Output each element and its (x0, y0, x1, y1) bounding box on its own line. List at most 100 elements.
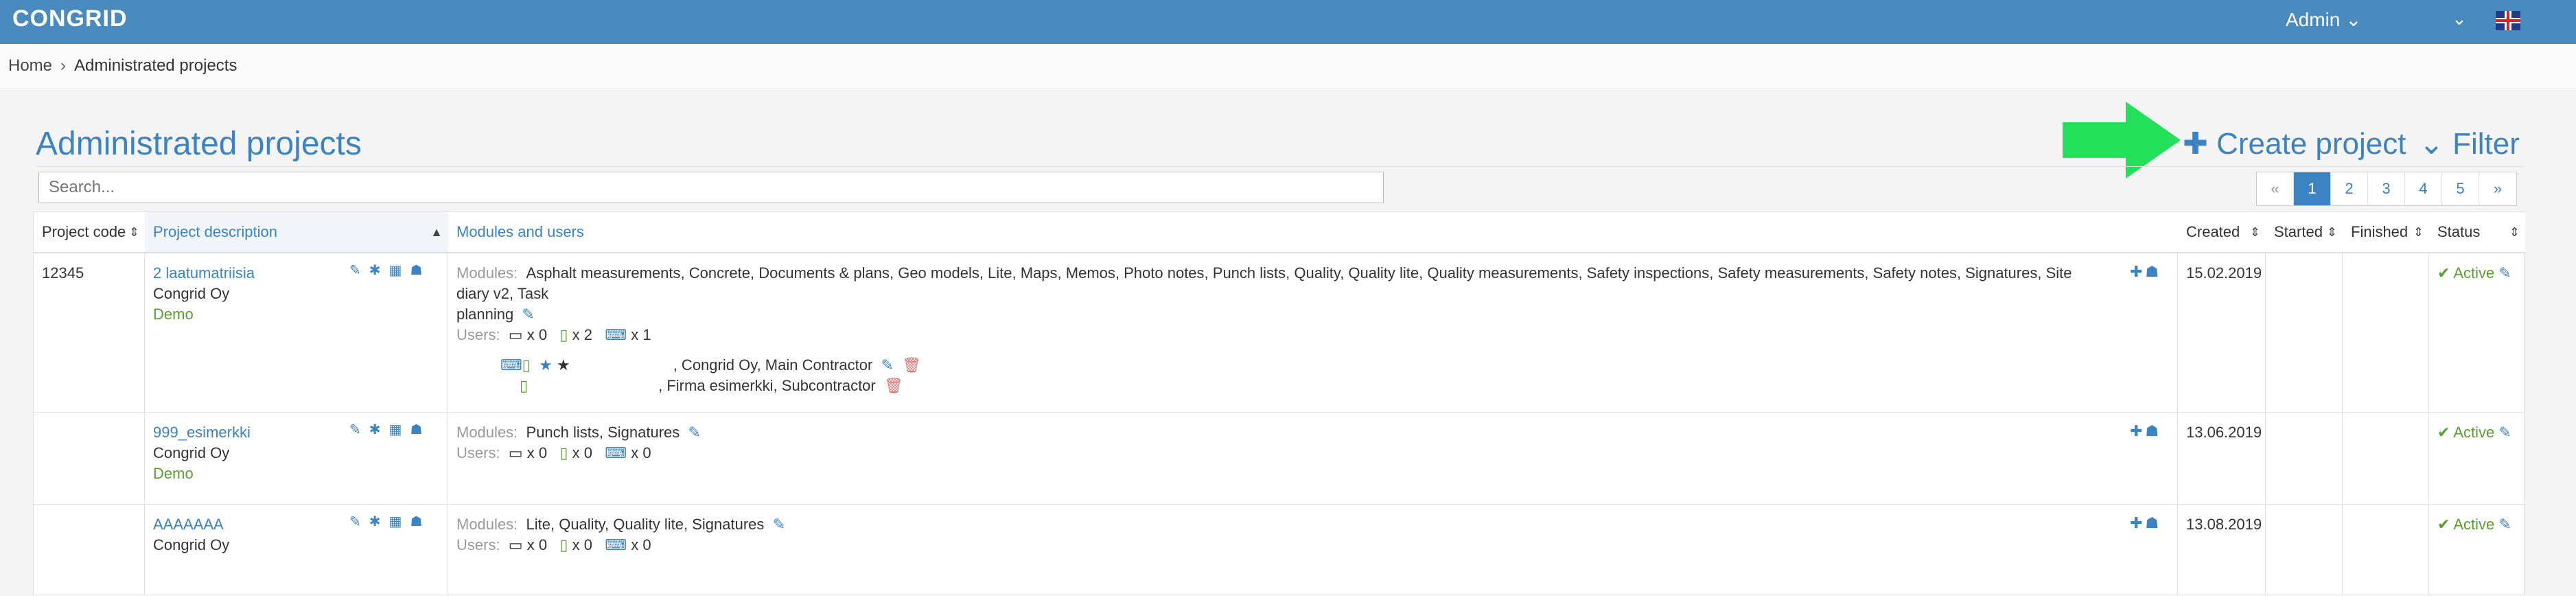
sort-icon: ⇕ (128, 225, 139, 239)
pencil-icon[interactable]: ✎ (522, 306, 534, 323)
laptop-count: x 0 (631, 536, 651, 553)
project-tag: Demo (153, 306, 194, 323)
filter-button[interactable]: ⌄ Filter (2419, 126, 2520, 161)
calendar-icon[interactable]: ▦ (389, 422, 410, 437)
users-label: Users: (456, 326, 500, 343)
card-count: x 0 (526, 444, 548, 461)
pagination-prev[interactable]: « (2257, 172, 2294, 205)
star-icon: ★ (539, 356, 553, 374)
gear-icon[interactable]: ✱ (369, 514, 389, 529)
card-count: x 0 (526, 536, 548, 553)
sort-icon: ⇕ (2249, 225, 2260, 239)
gear-icon[interactable]: ✱ (369, 422, 389, 437)
status-cell: ✔ Active ✎ (2429, 253, 2525, 293)
search-input[interactable] (38, 172, 1384, 203)
trash-icon[interactable]: 🗑 (902, 356, 921, 374)
laptop-icon: ⌨ (605, 444, 627, 461)
status-text: Active (2453, 424, 2495, 441)
check-icon: ✔ (2437, 424, 2450, 441)
project-actions: ✎✱▦☗ (349, 262, 430, 279)
users-icon[interactable]: ☗ (410, 514, 430, 529)
pencil-icon[interactable]: ✎ (773, 516, 785, 533)
modules-users-cell: Modules: Lite, Quality, Quality lite, Si… (448, 505, 2109, 565)
project-actions: ✎✱▦☗ (349, 513, 430, 530)
laptop-icon: ⌨ (605, 326, 627, 343)
pagination-page-4[interactable]: 4 (2405, 172, 2442, 205)
status-cell: ✔ Active ✎ (2429, 413, 2525, 452)
pagination-page-5[interactable]: 5 (2442, 172, 2479, 205)
users-icon[interactable]: ☗ (410, 263, 430, 278)
modules-list: Punch lists, Signatures (526, 424, 680, 441)
sort-icon: ⇕ (2509, 225, 2520, 239)
project-name-link[interactable]: AAAAAAA (153, 514, 343, 535)
check-icon: ✔ (2437, 264, 2450, 282)
project-name-link[interactable]: 999_esimerkki (153, 422, 343, 443)
add-user-icon[interactable]: ✚☗ (2130, 514, 2161, 532)
pagination-page-2[interactable]: 2 (2331, 172, 2368, 205)
uk-flag-icon[interactable] (2496, 11, 2520, 30)
project-code: 12345 (42, 264, 84, 282)
header-label: Modules and users (456, 223, 584, 240)
sort-icon: ⇕ (2326, 225, 2337, 239)
status-text: Active (2453, 516, 2495, 533)
plus-icon: ✚ (2183, 127, 2208, 161)
add-user-icon[interactable]: ✚☗ (2130, 422, 2161, 440)
pencil-icon[interactable]: ✎ (349, 263, 369, 278)
projects-table: Project code ⇕ Project description ▲ Modul… (33, 211, 2525, 596)
modules-list: Asphalt measurements, Concrete, Document… (456, 264, 2072, 302)
add-user-icon[interactable]: ✚☗ (2130, 263, 2161, 281)
pencil-icon[interactable]: ✎ (2498, 424, 2511, 441)
mobile-count: x 2 (572, 326, 593, 343)
member-row: ▯ , Firma esimerkki, Subcontractor 🗑 (456, 376, 2101, 396)
calendar-icon[interactable]: ▦ (389, 514, 410, 529)
project-description: AAAAAAA Congrid Oy (145, 505, 351, 565)
status-text: Active (2453, 264, 2495, 282)
project-company: Congrid Oy (153, 536, 230, 553)
header-project-code[interactable]: Project code ⇕ (34, 212, 145, 252)
pagination-page-3[interactable]: 3 (2368, 172, 2405, 205)
laptop-icon: ⌨ (605, 536, 627, 553)
header-created[interactable]: Created ⇕ (2178, 212, 2266, 252)
mobile-icon: ▯ (520, 377, 529, 394)
calendar-icon[interactable]: ▦ (389, 263, 410, 278)
users-icon[interactable]: ☗ (410, 422, 430, 437)
create-project-button[interactable]: ✚ Create project (2183, 126, 2406, 161)
header-status[interactable]: Status ⇕ (2429, 212, 2525, 252)
pencil-icon[interactable]: ✎ (2498, 264, 2511, 282)
star-icon: ★ (556, 356, 570, 374)
pencil-icon[interactable]: ✎ (688, 424, 701, 441)
member-row: ⌨▯ ★ ★ , Congrid Oy, Main Contractor ✎ 🗑 (456, 355, 2101, 376)
breadcrumb-current: Administrated projects (74, 56, 237, 75)
breadcrumb: Home › Administrated projects (8, 56, 237, 76)
created-date: 13.06.2019 (2186, 424, 2262, 441)
header-started[interactable]: Started ⇕ (2266, 212, 2343, 252)
breadcrumb-separator: › (60, 56, 67, 75)
header-project-description[interactable]: Project description ▲ (145, 212, 448, 252)
project-code (34, 413, 145, 432)
pagination-page-1[interactable]: 1 (2294, 172, 2331, 205)
project-name-link[interactable]: 2 laatumatriisia (153, 263, 343, 284)
breadcrumb-bar: Home › Administrated projects (0, 44, 2576, 89)
header-label: Project code (42, 223, 126, 240)
admin-menu[interactable]: Admin ⌄ (2286, 8, 2362, 31)
mobile-icon: ▯ (522, 356, 531, 374)
header-label: Status (2437, 223, 2481, 240)
mobile-icon: ▯ (559, 326, 568, 343)
pencil-icon[interactable]: ✎ (349, 514, 369, 529)
green-arrow-icon (2063, 102, 2181, 179)
pagination-next[interactable]: » (2479, 172, 2516, 205)
header-finished[interactable]: Finished ⇕ (2343, 212, 2429, 252)
project-code (34, 505, 145, 524)
modules-users-cell: Modules: Asphalt measurements, Concrete,… (448, 253, 2109, 406)
gear-icon[interactable]: ✱ (369, 263, 389, 278)
card-icon: ▭ (508, 326, 523, 343)
breadcrumb-home[interactable]: Home (8, 56, 52, 75)
pencil-icon[interactable]: ✎ (881, 356, 894, 374)
pencil-icon[interactable]: ✎ (349, 422, 369, 437)
table-row: 999_esimerkki Congrid Oy Demo ✎✱▦☗ Modul… (34, 413, 2525, 505)
chevron-down-icon[interactable]: ⌄ (2452, 8, 2467, 30)
congrid-logo[interactable]: CONGRID (12, 5, 128, 32)
create-project-label: Create project (2216, 127, 2406, 161)
pencil-icon[interactable]: ✎ (2498, 516, 2511, 533)
trash-icon[interactable]: 🗑 (884, 377, 903, 394)
